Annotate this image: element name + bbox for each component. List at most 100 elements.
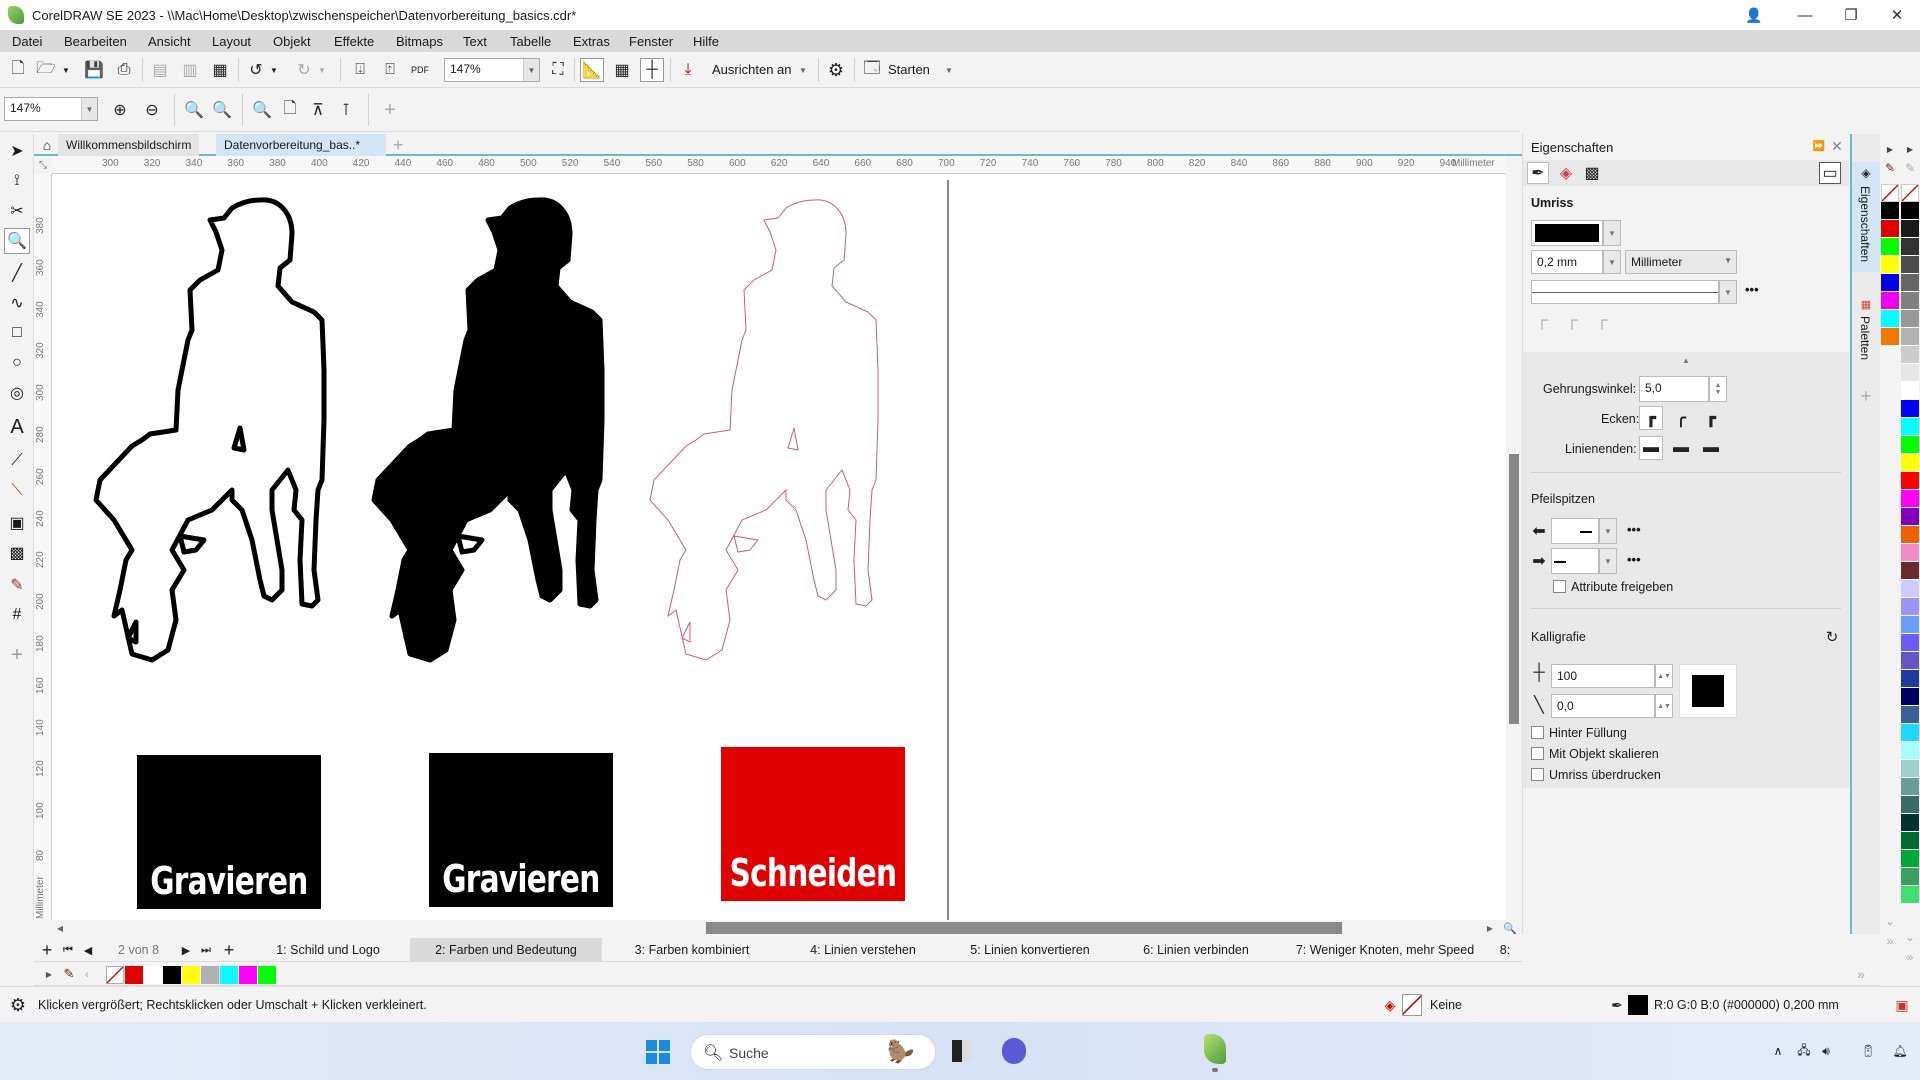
- line-style-more-button[interactable]: •••: [1745, 282, 1759, 297]
- corner-miter-icon[interactable]: ┏: [1639, 406, 1663, 430]
- palette-expand-icon[interactable]: ▶: [44, 966, 54, 982]
- battery-icon[interactable]: 🔋︎: [1860, 1042, 1876, 1060]
- taskbar-search-box[interactable]: 🔍︎ Suche 🦫: [690, 1034, 936, 1070]
- color-swatch[interactable]: [1881, 292, 1899, 310]
- color-swatch[interactable]: [1901, 526, 1919, 544]
- page-tab-6[interactable]: 6: Linien verbinden: [1116, 938, 1276, 962]
- fill-tab-bucket-icon[interactable]: ◈: [1555, 162, 1577, 184]
- corner-bevel-icon[interactable]: ┏: [1699, 406, 1723, 430]
- color-swatch[interactable]: [1901, 832, 1919, 850]
- worker-outline-thick[interactable]: [92, 190, 342, 670]
- account-icon[interactable]: 👤: [1744, 6, 1764, 24]
- miter-limit-input[interactable]: 5,0: [1639, 376, 1709, 402]
- overprint-outline-checkbox[interactable]: [1531, 768, 1544, 781]
- transparency-tool-icon[interactable]: ▩: [4, 540, 30, 566]
- menu-datei[interactable]: Datei: [12, 34, 42, 49]
- tab-document[interactable]: Datenvorbereitung_bas..*: [216, 134, 386, 156]
- stretch-input[interactable]: 100: [1551, 664, 1655, 688]
- color-swatch[interactable]: [1901, 652, 1919, 670]
- label-box-engrave-2[interactable]: Gravieren: [429, 753, 613, 907]
- vertical-scrollbar[interactable]: [1506, 174, 1522, 920]
- angle-input[interactable]: 0,0: [1551, 694, 1655, 718]
- start-arrowhead-select[interactable]: [1551, 518, 1599, 544]
- page-tab-5[interactable]: 5: Linien konvertieren: [946, 938, 1114, 962]
- scroll-left-icon[interactable]: ◀: [54, 920, 66, 936]
- export-icon[interactable]: ⍐: [378, 58, 402, 82]
- color-swatch[interactable]: [1901, 202, 1919, 220]
- snap-chevron-down-icon[interactable]: ▼: [796, 58, 810, 82]
- menu-objekt[interactable]: Objekt: [273, 34, 311, 49]
- color-swatch[interactable]: [125, 966, 143, 984]
- color-swatch[interactable]: [1901, 400, 1919, 418]
- new-tab-icon[interactable]: +: [388, 134, 408, 156]
- reset-calligraphy-icon[interactable]: ↻: [1823, 628, 1841, 646]
- zoom-to-all-objects-icon[interactable]: 🔍: [210, 98, 234, 122]
- color-swatch[interactable]: [1901, 616, 1919, 634]
- color-swatch[interactable]: [1901, 436, 1919, 454]
- next-page-icon[interactable]: ▶: [178, 940, 194, 960]
- home-icon[interactable]: ⌂: [38, 136, 56, 154]
- redo-dropdown-icon[interactable]: ▼: [316, 58, 328, 82]
- palette-1-scroll-down-icon[interactable]: ⌄: [1881, 914, 1899, 928]
- end-arrowhead-select[interactable]: [1551, 548, 1599, 574]
- ellipse-tool-icon[interactable]: ○: [4, 350, 30, 376]
- drawing-canvas[interactable]: Gravieren Gravieren Schneiden: [52, 174, 1506, 920]
- start-button-icon[interactable]: [646, 1040, 670, 1064]
- palette-eyedropper-disabled-icon[interactable]: ✎: [1901, 160, 1919, 176]
- zoom-page-height-icon[interactable]: ⊺: [334, 98, 358, 122]
- color-swatch[interactable]: [1901, 796, 1919, 814]
- zoom-property-combo[interactable]: 147% ▼: [4, 97, 98, 121]
- docker-close-icon[interactable]: ✕: [1829, 138, 1845, 154]
- docker-tab-palettes[interactable]: ▦ Paletten: [1852, 294, 1880, 374]
- ruler-horizontal[interactable]: 300 320 340 360 380 400 420 440 460 480 500 520 540 5…: [52, 156, 1506, 174]
- color-swatch[interactable]: [1901, 580, 1919, 598]
- scrollbar-thumb[interactable]: [1509, 454, 1519, 724]
- palette-scroll-right-icon[interactable]: »: [1854, 964, 1868, 984]
- color-swatch[interactable]: [1901, 346, 1919, 364]
- color-swatch[interactable]: [1901, 238, 1919, 256]
- open-dropdown-icon[interactable]: ▼: [60, 58, 72, 82]
- add-page-before-icon[interactable]: +: [38, 940, 56, 960]
- color-swatch[interactable]: [163, 966, 181, 984]
- snap-to-dropdown[interactable]: Ausrichten an: [712, 62, 792, 77]
- collapse-chevron-up-icon[interactable]: ▲: [1679, 354, 1693, 366]
- color-swatch[interactable]: [1901, 454, 1919, 472]
- color-swatch[interactable]: [1881, 310, 1899, 328]
- color-swatch[interactable]: [201, 966, 219, 984]
- menu-text[interactable]: Text: [463, 34, 487, 49]
- fill-none-swatch[interactable]: [1402, 994, 1422, 1016]
- docker-expand-icon[interactable]: ⏩: [1811, 138, 1827, 154]
- volume-icon[interactable]: 🔊︎: [1818, 1042, 1834, 1060]
- palette-1-expand-icon[interactable]: ▶: [1881, 142, 1899, 156]
- menu-extras[interactable]: Extras: [573, 34, 610, 49]
- color-swatch[interactable]: [1881, 256, 1899, 274]
- color-swatch[interactable]: [1901, 256, 1919, 274]
- color-proofing-icon[interactable]: ▣: [1892, 995, 1912, 1015]
- zoom-navigator-icon[interactable]: 🔍: [1502, 920, 1518, 936]
- color-swatch[interactable]: [220, 966, 238, 984]
- color-swatch[interactable]: [1901, 688, 1919, 706]
- tab-welcome[interactable]: Willkommensbildschirm: [58, 134, 200, 156]
- network-icon[interactable]: 🖧: [1796, 1042, 1812, 1060]
- color-swatch[interactable]: [1901, 562, 1919, 580]
- zoom-page-fit-icon[interactable]: 🗋: [278, 98, 302, 122]
- redo-icon[interactable]: ↻: [292, 58, 316, 82]
- zoom-page-width-icon[interactable]: ⊼: [306, 98, 330, 122]
- color-swatch[interactable]: [1901, 292, 1919, 310]
- corner-round-icon[interactable]: ╭: [1669, 406, 1693, 430]
- palette-2-scroll-down-icon[interactable]: ⌄: [1901, 930, 1919, 944]
- import-icon[interactable]: ⍗: [348, 58, 372, 82]
- add-docker-icon[interactable]: +: [1856, 386, 1876, 406]
- outline-tab-pen-icon[interactable]: ✒: [1527, 162, 1549, 184]
- coreldraw-taskbar-icon[interactable]: [1204, 1034, 1226, 1064]
- new-document-icon[interactable]: 🗋: [6, 58, 30, 82]
- color-swatch[interactable]: [1901, 706, 1919, 724]
- connector-tool-icon[interactable]: ⟍: [4, 478, 30, 504]
- notification-bell-icon[interactable]: 🔔︎: [1892, 1042, 1908, 1060]
- color-swatch[interactable]: [1901, 328, 1919, 346]
- fill-bucket-icon[interactable]: ◈: [1380, 995, 1400, 1015]
- miter-spinner[interactable]: ▲ ▼: [1709, 376, 1727, 402]
- save-icon[interactable]: 💾: [82, 58, 106, 82]
- angle-spinner[interactable]: ▲▼: [1655, 694, 1673, 718]
- teams-app-icon[interactable]: [1002, 1038, 1026, 1064]
